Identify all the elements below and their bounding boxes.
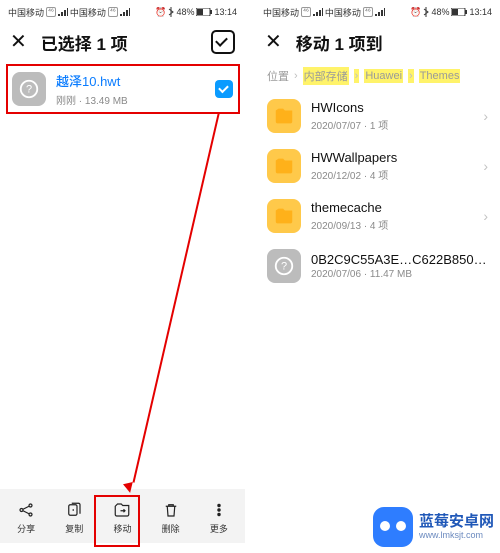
- bluetooth-icon: [168, 7, 174, 17]
- action-label: 复制: [65, 522, 83, 535]
- clock: 13:14: [214, 7, 237, 17]
- chevron-right-icon: ›: [483, 208, 488, 224]
- folder-icon: [267, 199, 301, 233]
- clock: 13:14: [469, 7, 492, 17]
- bottom-action-bar: 分享 复制 移动 删除 更多: [0, 489, 245, 543]
- row-sub: 2020/07/06 · 11.47 MB: [311, 269, 488, 280]
- crumb-internal[interactable]: 内部存储: [303, 67, 349, 85]
- tutorial-composite-image: 中国移动 ⁴⁶ 中国移动 ⁴⁶ ⏰ 48%: [0, 0, 500, 553]
- folder-row[interactable]: HWIcons 2020/07/07 · 1 项 ›: [255, 91, 500, 141]
- checkbox-checked-icon[interactable]: [215, 80, 233, 98]
- annotation-arrow-line: [133, 112, 220, 483]
- row-meta: HWIcons 2020/07/07 · 1 项: [311, 100, 473, 132]
- action-label: 更多: [210, 522, 228, 535]
- action-label: 删除: [162, 522, 180, 535]
- folder-row[interactable]: HWWallpapers 2020/12/02 · 4 项 ›: [255, 141, 500, 191]
- file-meta: 越泽10.hwt 刚刚 · 13.49 MB: [56, 71, 205, 107]
- action-more[interactable]: 更多: [196, 501, 242, 535]
- carrier-2: 中国移动: [70, 6, 106, 19]
- battery-icon: [196, 8, 212, 16]
- carrier-2: 中国移动: [325, 6, 361, 19]
- net-badge-1: ⁴⁶: [301, 7, 311, 17]
- crumb-root[interactable]: 位置: [267, 68, 289, 84]
- battery-icon: [451, 8, 467, 16]
- svg-text:?: ?: [281, 261, 287, 273]
- watermark-logo-icon: [373, 507, 413, 547]
- selected-file-row[interactable]: ? 越泽10.hwt 刚刚 · 13.49 MB: [0, 63, 245, 115]
- net-badge-2: ⁴⁶: [108, 7, 118, 17]
- file-icon: ?: [267, 249, 301, 283]
- signal-icon-1: [58, 8, 68, 17]
- carrier-1: 中国移动: [263, 6, 299, 19]
- phone-left: 中国移动 ⁴⁶ 中国移动 ⁴⁶ ⏰ 48%: [0, 0, 245, 553]
- status-left: 中国移动 ⁴⁶ 中国移动 ⁴⁶: [263, 6, 385, 19]
- status-right: ⏰ 48% 13:14: [410, 7, 492, 18]
- row-sub: 2020/09/13 · 4 项: [311, 217, 473, 232]
- phone-right: 中国移动 ⁴⁶ 中国移动 ⁴⁶ ⏰ 48%: [255, 0, 500, 553]
- crumb-themes[interactable]: Themes: [419, 69, 461, 83]
- file-name: 越泽10.hwt: [56, 71, 205, 90]
- folder-row[interactable]: themecache 2020/09/13 · 4 项 ›: [255, 191, 500, 241]
- row-meta: HWWallpapers 2020/12/02 · 4 项: [311, 150, 473, 182]
- action-share[interactable]: 分享: [3, 501, 49, 535]
- chevron-right-icon: ›: [354, 69, 360, 83]
- folder-icon: [267, 99, 301, 133]
- action-label: 移动: [113, 522, 131, 535]
- bluetooth-icon: [423, 7, 429, 17]
- carrier-1: 中国移动: [8, 6, 44, 19]
- net-badge-2: ⁴⁶: [363, 7, 373, 17]
- row-name: HWWallpapers: [311, 150, 473, 165]
- row-sub: 2020/07/07 · 1 项: [311, 117, 473, 132]
- watermark: 蓝莓安卓网 www.lmksjt.com: [373, 507, 494, 547]
- alarm-icon: ⏰: [410, 7, 421, 18]
- signal-icon-1: [313, 8, 323, 17]
- status-bar: 中国移动 ⁴⁶ 中国移动 ⁴⁶ ⏰ 48%: [0, 0, 245, 21]
- watermark-title: 蓝莓安卓网: [419, 513, 494, 530]
- row-name: themecache: [311, 200, 473, 215]
- close-icon[interactable]: ✕: [265, 32, 282, 52]
- signal-icon-2: [120, 8, 130, 17]
- title-row-left: ✕ 已选择 1 项: [0, 21, 245, 63]
- action-label: 分享: [17, 522, 35, 535]
- chevron-right-icon: ›: [294, 70, 298, 82]
- row-meta: themecache 2020/09/13 · 4 项: [311, 200, 473, 232]
- row-sub: 2020/12/02 · 4 项: [311, 167, 473, 182]
- page-title-left: 已选择 1 项: [41, 30, 197, 55]
- watermark-url: www.lmksjt.com: [419, 530, 494, 540]
- row-meta: 0B2C9C55A3E…C622B850.hwt 2020/07/06 · 11…: [311, 252, 488, 280]
- status-bar: 中国移动 ⁴⁶ 中国移动 ⁴⁶ ⏰ 48%: [255, 0, 500, 21]
- status-left: 中国移动 ⁴⁶ 中国移动 ⁴⁶: [8, 6, 130, 19]
- file-icon: ?: [12, 72, 46, 106]
- chevron-right-icon: ›: [408, 69, 414, 83]
- status-right: ⏰ 48% 13:14: [155, 7, 237, 18]
- page-title-right: 移动 1 项到: [296, 30, 490, 55]
- close-icon[interactable]: ✕: [10, 32, 27, 52]
- crumb-huawei[interactable]: Huawei: [364, 69, 403, 83]
- chevron-right-icon: ›: [483, 158, 488, 174]
- select-all-toggle[interactable]: [211, 30, 235, 54]
- alarm-icon: ⏰: [155, 7, 166, 18]
- folder-icon: [267, 149, 301, 183]
- net-badge-1: ⁴⁶: [46, 7, 56, 17]
- svg-text:?: ?: [26, 84, 32, 96]
- action-move[interactable]: 移动: [99, 501, 145, 535]
- title-row-right: ✕ 移动 1 项到: [255, 21, 500, 63]
- row-name: HWIcons: [311, 100, 473, 115]
- action-copy[interactable]: 复制: [51, 501, 97, 535]
- row-name: 0B2C9C55A3E…C622B850.hwt: [311, 252, 488, 267]
- action-delete[interactable]: 删除: [148, 501, 194, 535]
- watermark-text: 蓝莓安卓网 www.lmksjt.com: [419, 513, 494, 541]
- chevron-right-icon: ›: [483, 108, 488, 124]
- breadcrumb: 位置 › 内部存储 › Huawei › Themes: [255, 63, 500, 91]
- file-sub: 刚刚 · 13.49 MB: [56, 92, 205, 107]
- battery-pct: 48%: [176, 7, 194, 17]
- signal-icon-2: [375, 8, 385, 17]
- file-row[interactable]: ? 0B2C9C55A3E…C622B850.hwt 2020/07/06 · …: [255, 241, 500, 291]
- battery-pct: 48%: [431, 7, 449, 17]
